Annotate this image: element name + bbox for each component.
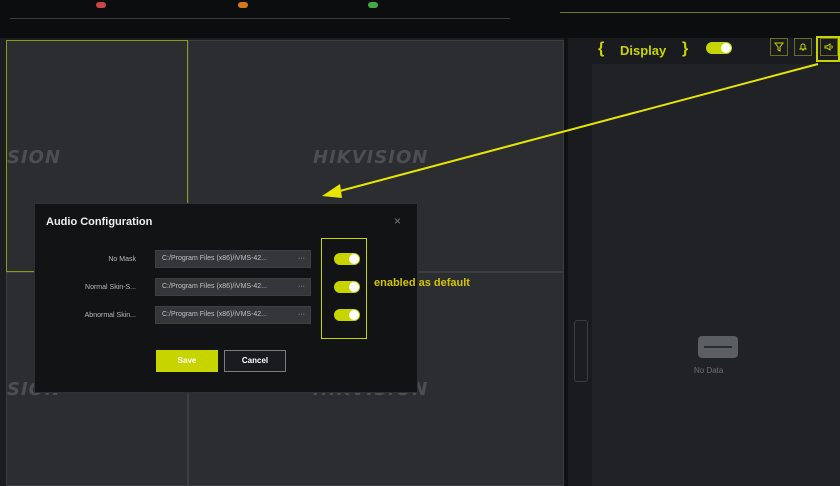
annotation-arrow (322, 63, 819, 198)
